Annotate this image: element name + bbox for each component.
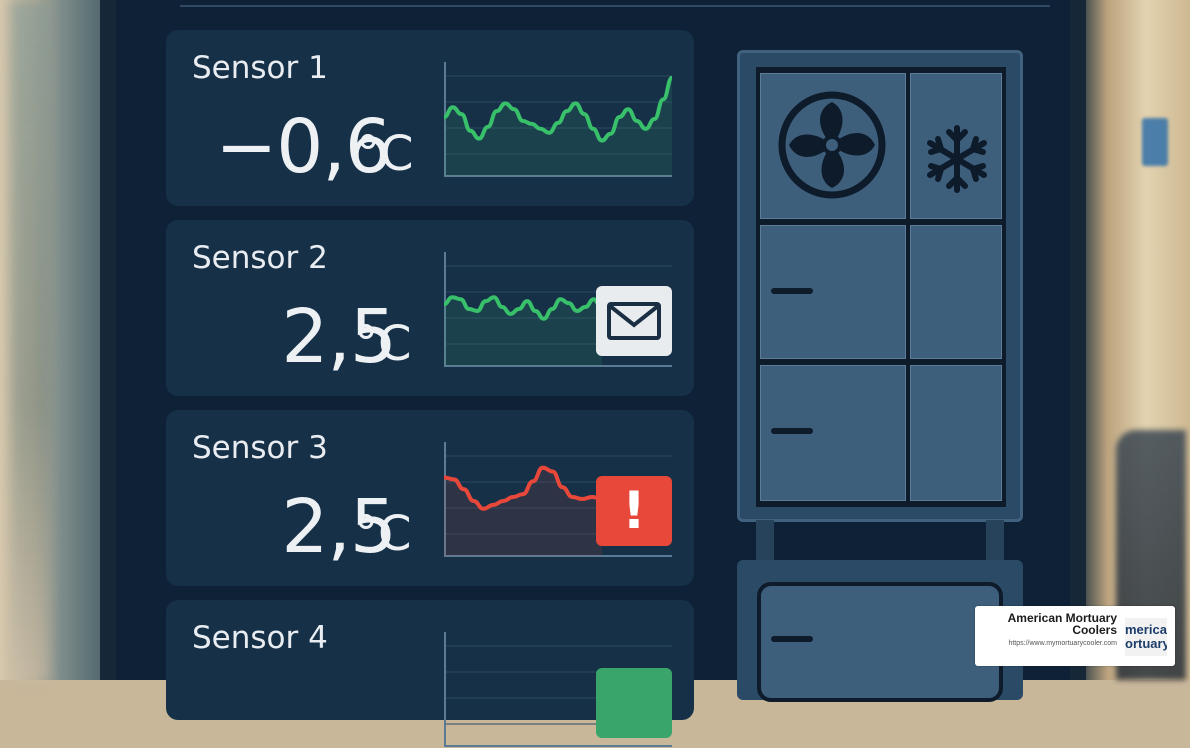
door-handle [771,288,813,294]
envelope-icon [607,302,661,340]
storage-door [910,365,1002,501]
sensor-card-4[interactable]: Sensor 4 [166,600,694,747]
sensor-label: Sensor 1 [192,50,328,86]
message-badge[interactable] [596,286,672,356]
sensor-label: Sensor 3 [192,430,328,466]
door-handle [771,636,813,642]
sensor-unit: °C [354,506,412,562]
sensor-card-2[interactable]: Sensor 2 2,5 °C [166,220,694,396]
cooler-frame [756,67,1006,507]
cooler-illustration [737,50,1023,522]
trend-area [444,77,672,176]
storage-door [910,225,1002,359]
fan-icon [778,91,886,199]
fan-compartment [760,73,906,219]
sensor-unit: °C [356,126,414,182]
watermark-logo: merican ortuary [1125,618,1167,656]
cooling-compartment [910,73,1002,219]
sensor-label: Sensor 4 [192,620,328,656]
snowflake-icon [927,125,987,193]
svg-text:ortuary: ortuary [1125,636,1167,651]
sensor-card-3[interactable]: Sensor 3 2,5 °C ! [166,410,694,586]
top-divider [180,0,1050,7]
watermark-name: American Mortuary Coolers [1007,611,1117,637]
lower-cooler-door [757,582,1003,702]
door-handle [771,428,813,434]
sensor-trend-chart [444,62,672,177]
sensor-card-1[interactable]: Sensor 1 −0,6 °C [166,30,694,206]
trend-area [444,467,602,556]
watermark-url: https://www.mymortuarycooler.com [1008,640,1117,647]
storage-door [760,225,906,359]
exclamation-icon: ! [622,481,646,541]
storage-door [760,365,906,501]
ok-badge[interactable] [596,668,672,738]
alert-badge[interactable]: ! [596,476,672,546]
background-left [0,0,100,680]
sensor-unit: °C [354,316,412,372]
sensor-label: Sensor 2 [192,240,328,276]
svg-text:merican: merican [1125,622,1167,637]
wall-sign [1142,118,1168,166]
monitor-screen: Sensor 1 −0,6 °C Sensor 2 2,5 °C Sensor … [100,0,1086,747]
watermark[interactable]: American Mortuary Coolers https://www.my… [975,606,1175,666]
background-right [1080,0,1190,680]
